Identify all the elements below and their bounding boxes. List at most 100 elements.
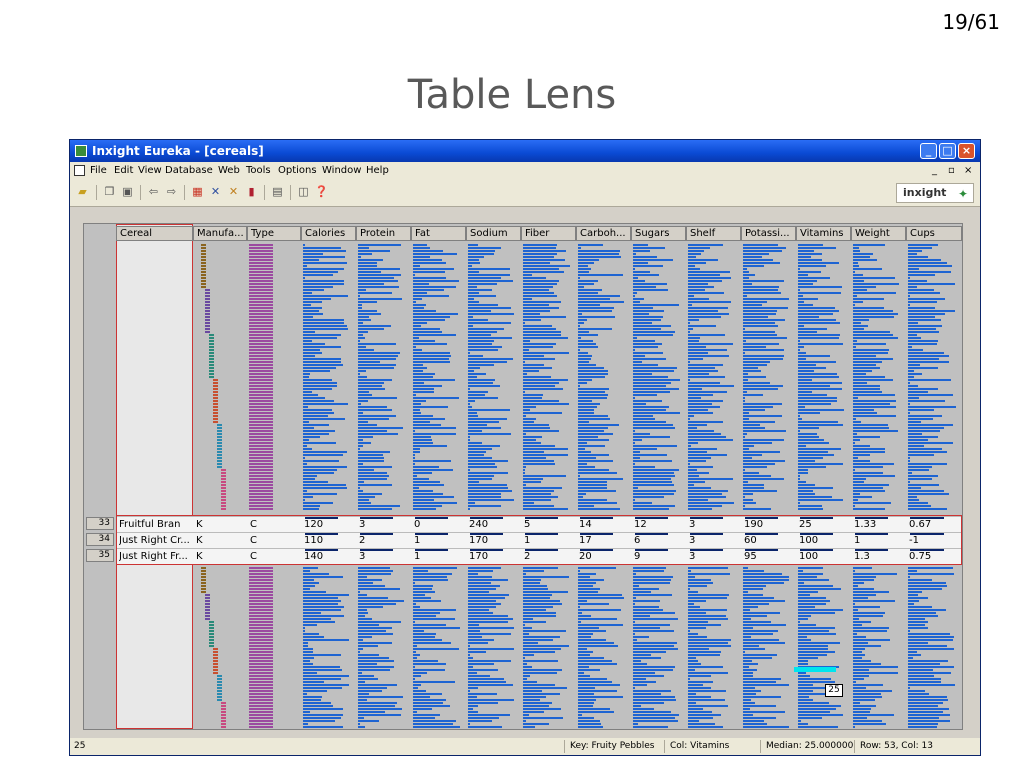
cell-carbohydrates[interactable]: 17 [579, 535, 629, 547]
cell-cups[interactable]: 0.75 [909, 551, 960, 563]
menu-file[interactable]: File [90, 162, 107, 180]
cell-weight[interactable]: 1.33 [854, 519, 904, 531]
menu-edit[interactable]: Edit [114, 162, 133, 180]
menu-help[interactable]: Help [366, 162, 389, 180]
cell-cereal[interactable]: Just Right Cr... [119, 535, 191, 547]
back-icon[interactable]: ⇦ [146, 185, 161, 199]
cell-cups[interactable]: -1 [909, 535, 960, 547]
cell-fat[interactable]: 1 [414, 551, 464, 563]
spread-icon[interactable]: ▮ [244, 185, 259, 199]
menu-tools[interactable]: Tools [246, 162, 271, 180]
cell-cereal[interactable]: Fruitful Bran [119, 519, 191, 531]
title-bar[interactable]: Inxight Eureka - [cereals] _ □ × [70, 140, 980, 162]
document-icon[interactable] [74, 165, 85, 176]
help-icon[interactable]: ❓ [314, 185, 329, 199]
mdi-minimize-icon[interactable]: _ [932, 162, 937, 180]
mdi-restore-icon[interactable]: ▫ [948, 162, 955, 180]
column-header-cups[interactable]: Cups [906, 226, 962, 241]
column-header-cereal[interactable]: Cereal [116, 226, 193, 241]
open-folder-icon[interactable]: ▰ [75, 185, 90, 199]
cell-protein[interactable]: 3 [359, 519, 409, 531]
column-header-fiber[interactable]: Fiber [521, 226, 576, 241]
menu-view[interactable]: View [138, 162, 162, 180]
value-bar [578, 484, 607, 486]
cell-shelf[interactable]: 3 [689, 551, 739, 563]
cell-cereal[interactable]: Just Right Fr... [119, 551, 191, 563]
close-button[interactable]: × [958, 143, 975, 159]
cell-fat[interactable]: 0 [414, 519, 464, 531]
cereal-column[interactable] [116, 224, 193, 729]
column-header-weight[interactable]: Weight [851, 226, 906, 241]
cell-potassium[interactable]: 60 [744, 535, 794, 547]
focus-icon[interactable]: ▦ [190, 185, 205, 199]
forward-icon[interactable]: ⇨ [164, 185, 179, 199]
menu-web[interactable]: Web [218, 162, 240, 180]
cell-calories[interactable]: 110 [304, 535, 354, 547]
grid-icon[interactable]: ▤ [270, 185, 285, 199]
paste-icon[interactable]: ▣ [120, 185, 135, 199]
copy-icon[interactable]: ❐ [102, 185, 117, 199]
menu-window[interactable]: Window [322, 162, 361, 180]
cell-carbohydrates[interactable]: 14 [579, 519, 629, 531]
value-bar [578, 481, 607, 483]
column-header-shelf[interactable]: Shelf [686, 226, 741, 241]
cell-protein[interactable]: 3 [359, 551, 409, 563]
column-header-carbohydrates[interactable]: Carboh... [576, 226, 631, 241]
cell-vitamins[interactable]: 25 [799, 519, 849, 531]
cell-sodium[interactable]: 240 [469, 519, 519, 531]
cell-carbohydrates[interactable]: 20 [579, 551, 629, 563]
cell-vitamins[interactable]: 100 [799, 551, 849, 563]
menu-options[interactable]: Options [278, 162, 317, 180]
cell-weight[interactable]: 1 [854, 535, 904, 547]
minimize-button[interactable]: _ [920, 143, 937, 159]
menu-database[interactable]: Database [165, 162, 213, 180]
column-header-manufacturer[interactable]: Manufa... [193, 226, 247, 241]
column-header-vitamins[interactable]: Vitamins [796, 226, 851, 241]
type-bar [249, 391, 273, 393]
cell-potassium[interactable]: 190 [744, 519, 794, 531]
cell-type[interactable]: C [250, 519, 299, 531]
maximize-button[interactable]: □ [939, 143, 956, 159]
cell-cups[interactable]: 0.67 [909, 519, 960, 531]
cell-shelf[interactable]: 3 [689, 535, 739, 547]
cell-sugars[interactable]: 12 [634, 519, 684, 531]
column-header-sodium[interactable]: Sodium [466, 226, 521, 241]
cell-potassium[interactable]: 95 [744, 551, 794, 563]
cell-manufacturer[interactable]: K [196, 551, 245, 563]
table-lens[interactable]: Cereal Manufa... Type Calories Protein Fat Sod… [83, 223, 963, 730]
value-bar [468, 717, 499, 719]
cell-sugars[interactable]: 9 [634, 551, 684, 563]
sort-icon[interactable]: ✕ [208, 185, 223, 199]
chart-icon[interactable]: ◫ [296, 185, 311, 199]
column-header-fat[interactable]: Fat [411, 226, 466, 241]
mdi-close-icon[interactable]: × [964, 162, 972, 180]
column-header-sugars[interactable]: Sugars [631, 226, 686, 241]
cell-fiber[interactable]: 2 [524, 551, 574, 563]
cell-sugars[interactable]: 6 [634, 535, 684, 547]
column-header-protein[interactable]: Protein [356, 226, 411, 241]
cell-shelf[interactable]: 3 [689, 519, 739, 531]
filter-icon[interactable]: ✕ [226, 185, 241, 199]
value-bar [578, 496, 583, 498]
table-row[interactable]: Just Right Cr... K C 110 2 1 170 1 17 6 3 60 100 1 -1 [116, 532, 962, 548]
value-bar [688, 457, 711, 459]
column-header-potassium[interactable]: Potassi... [741, 226, 796, 241]
cell-sodium[interactable]: 170 [469, 551, 519, 563]
column-header-calories[interactable]: Calories [301, 226, 356, 241]
cell-fat[interactable]: 1 [414, 535, 464, 547]
cell-fiber[interactable]: 5 [524, 519, 574, 531]
column-header-type[interactable]: Type [247, 226, 301, 241]
cell-fiber[interactable]: 1 [524, 535, 574, 547]
cell-type[interactable]: C [250, 535, 299, 547]
table-row[interactable]: Fruitful Bran K C 120 3 0 240 5 14 12 3 190 25 1.33 0.… [116, 516, 962, 532]
table-row[interactable]: Just Right Fr... K C 140 3 1 170 2 20 9 3 95 100 1.3 0… [116, 548, 962, 564]
cell-calories[interactable]: 140 [304, 551, 354, 563]
cell-manufacturer[interactable]: K [196, 519, 245, 531]
cell-manufacturer[interactable]: K [196, 535, 245, 547]
cell-vitamins[interactable]: 100 [799, 535, 849, 547]
cell-protein[interactable]: 2 [359, 535, 409, 547]
cell-type[interactable]: C [250, 551, 299, 563]
cell-sodium[interactable]: 170 [469, 535, 519, 547]
cell-weight[interactable]: 1.3 [854, 551, 904, 563]
cell-calories[interactable]: 120 [304, 519, 354, 531]
